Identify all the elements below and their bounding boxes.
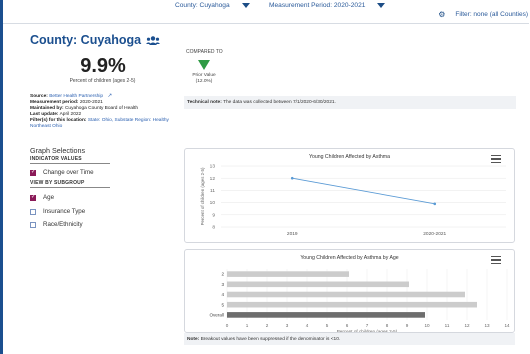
checkbox-label: Insurance Type <box>43 208 86 215</box>
filter-label: Filter: none (all Counties) <box>455 11 528 18</box>
x-tick-label: 0 <box>226 323 229 328</box>
bar <box>227 271 349 277</box>
indicator-value-caption: Percent of children (ages 2-5) <box>69 78 136 84</box>
checkbox-label: Age <box>43 194 55 201</box>
trend-down-icon <box>198 60 210 70</box>
period-selector-label: Measurement Period: 2020-2021 <box>269 2 366 9</box>
period-selector[interactable]: Measurement Period: 2020-2021 <box>269 2 386 9</box>
view-by-subgroup-header: VIEW BY SUBGROUP <box>30 180 110 188</box>
x-tick-label: 9 <box>406 323 409 328</box>
period-value: 2020-2021 <box>79 100 103 105</box>
checkbox-unchecked-icon[interactable] <box>30 221 36 228</box>
indicator-value: 9.9% <box>80 55 126 77</box>
checkbox-unchecked-icon[interactable] <box>30 208 36 215</box>
compared-to-label: COMPARED TO <box>186 49 223 55</box>
x-tick-label: 11 <box>445 323 450 328</box>
y-tick-label: 11 <box>210 188 215 194</box>
x-tick-label: 8 <box>386 323 389 328</box>
county-title: County: Cuyahoga <box>30 33 161 47</box>
x-tick-label: 4 <box>306 323 309 328</box>
y-tick-label: 12 <box>210 176 216 182</box>
county-selector-label: County: Cuyahoga <box>175 2 230 9</box>
technical-note-key: Technical note: <box>187 100 222 105</box>
trend-chart-card: Young Children Affected by Asthma 8 9 10 11… <box>184 148 515 243</box>
chevron-down-icon <box>377 3 386 8</box>
x-tick-label: 2 <box>266 323 269 328</box>
y-tick-label: 4 <box>221 292 224 297</box>
trend-chart: 8 9 10 11 12 13 2019 2020-2021 Percent of childr… <box>200 164 506 237</box>
bar <box>227 291 465 298</box>
y-tick-label: 9 <box>212 212 215 218</box>
checkbox-label: Change over Time <box>43 169 94 176</box>
y-tick-label: 8 <box>212 225 215 231</box>
filter-control[interactable]: ⚙ Filter: none (all Counties) <box>438 10 528 19</box>
checkbox-insurance-type[interactable]: Insurance Type <box>30 208 85 215</box>
update-key: Last update: <box>30 112 59 117</box>
county-selector[interactable]: County: Cuyahoga <box>175 2 250 9</box>
x-tick-label: 5 <box>326 323 329 328</box>
note-key: Note: <box>187 337 200 342</box>
x-axis-label: Percent of children (ages 2-5) <box>337 329 398 332</box>
y-tick-label: 2 <box>221 272 224 277</box>
gear-icon: ⚙ <box>438 10 446 19</box>
x-tick-label: 14 <box>504 323 510 328</box>
y-tick-label: 13 <box>210 164 216 170</box>
technical-note: Technical note: The data was collected b… <box>184 96 516 109</box>
checkbox-change-over-time[interactable]: Change over Time <box>30 169 94 176</box>
x-tick-label: 2019 <box>287 231 298 237</box>
checkbox-age[interactable]: Age <box>30 194 54 201</box>
series-line <box>292 177 435 205</box>
bar <box>227 312 425 318</box>
suppression-note: Note: Breakout values have been suppress… <box>184 333 515 345</box>
maintained-value: Cuyahoga County Board of Health <box>64 106 139 111</box>
y-tick-label: Overall <box>209 313 224 318</box>
checkbox-race-ethnicity[interactable]: Race/Ethnicity <box>30 221 83 228</box>
y-tick-label: 3 <box>221 282 224 287</box>
update-value: April 2022 <box>59 112 82 117</box>
source-link[interactable]: Better Health Partnership <box>49 94 103 99</box>
county-title-text: County: Cuyahoga <box>30 33 142 47</box>
data-point <box>433 202 437 206</box>
checkbox-checked-icon[interactable] <box>30 169 36 176</box>
prior-value-block: Prior Value (12.0%) <box>186 60 222 85</box>
source-key: Source: <box>30 94 48 99</box>
x-tick-label: 7 <box>366 323 369 328</box>
x-tick-label: 2020-2021 <box>423 231 446 237</box>
graph-selections-title: Graph Selections <box>30 146 86 155</box>
age-chart-card: Young Children Affected by Asthma by Age… <box>184 249 515 333</box>
age-chart: 0 1 2 3 4 5 6 7 8 9 10 11 12 13 142345OverallPercent o… <box>209 269 510 332</box>
location-filters-line: Filter(s) for this location: State: Ohio… <box>30 118 190 130</box>
prior-value-number: (12.0%) <box>195 79 213 85</box>
x-tick-label: 13 <box>484 323 490 328</box>
maintained-key: Maintained by: <box>30 106 64 111</box>
y-tick-label: 5 <box>221 302 224 307</box>
chevron-down-icon <box>241 3 250 8</box>
bar <box>227 301 477 308</box>
external-link-icon[interactable]: ↗ <box>107 93 112 99</box>
checkbox-label: Race/Ethnicity <box>43 221 83 228</box>
x-tick-label: 12 <box>464 323 470 328</box>
x-tick-label: 6 <box>346 323 349 328</box>
filters-key: Filter(s) for this location: <box>30 118 87 123</box>
x-tick-label: 3 <box>286 323 289 328</box>
x-tick-label: 10 <box>424 323 430 328</box>
data-point <box>290 176 294 180</box>
bar <box>227 281 409 288</box>
top-filter-bar: County: Cuyahoga Measurement Period: 202… <box>3 0 530 22</box>
x-tick-label: 1 <box>246 323 249 328</box>
technical-note-text: The data was collected between 7/1/2020-… <box>223 100 336 105</box>
checkbox-checked-icon[interactable] <box>30 194 36 201</box>
y-tick-label: 10 <box>210 200 216 206</box>
y-axis-label: Percent of children (ages 2-5) <box>200 167 205 225</box>
period-key: Measurement period: <box>30 100 79 105</box>
users-icon <box>146 35 161 45</box>
note-text: Breakout values have been suppressed if … <box>200 337 341 342</box>
indicator-values-header: INDICATOR VALUES <box>30 156 110 164</box>
